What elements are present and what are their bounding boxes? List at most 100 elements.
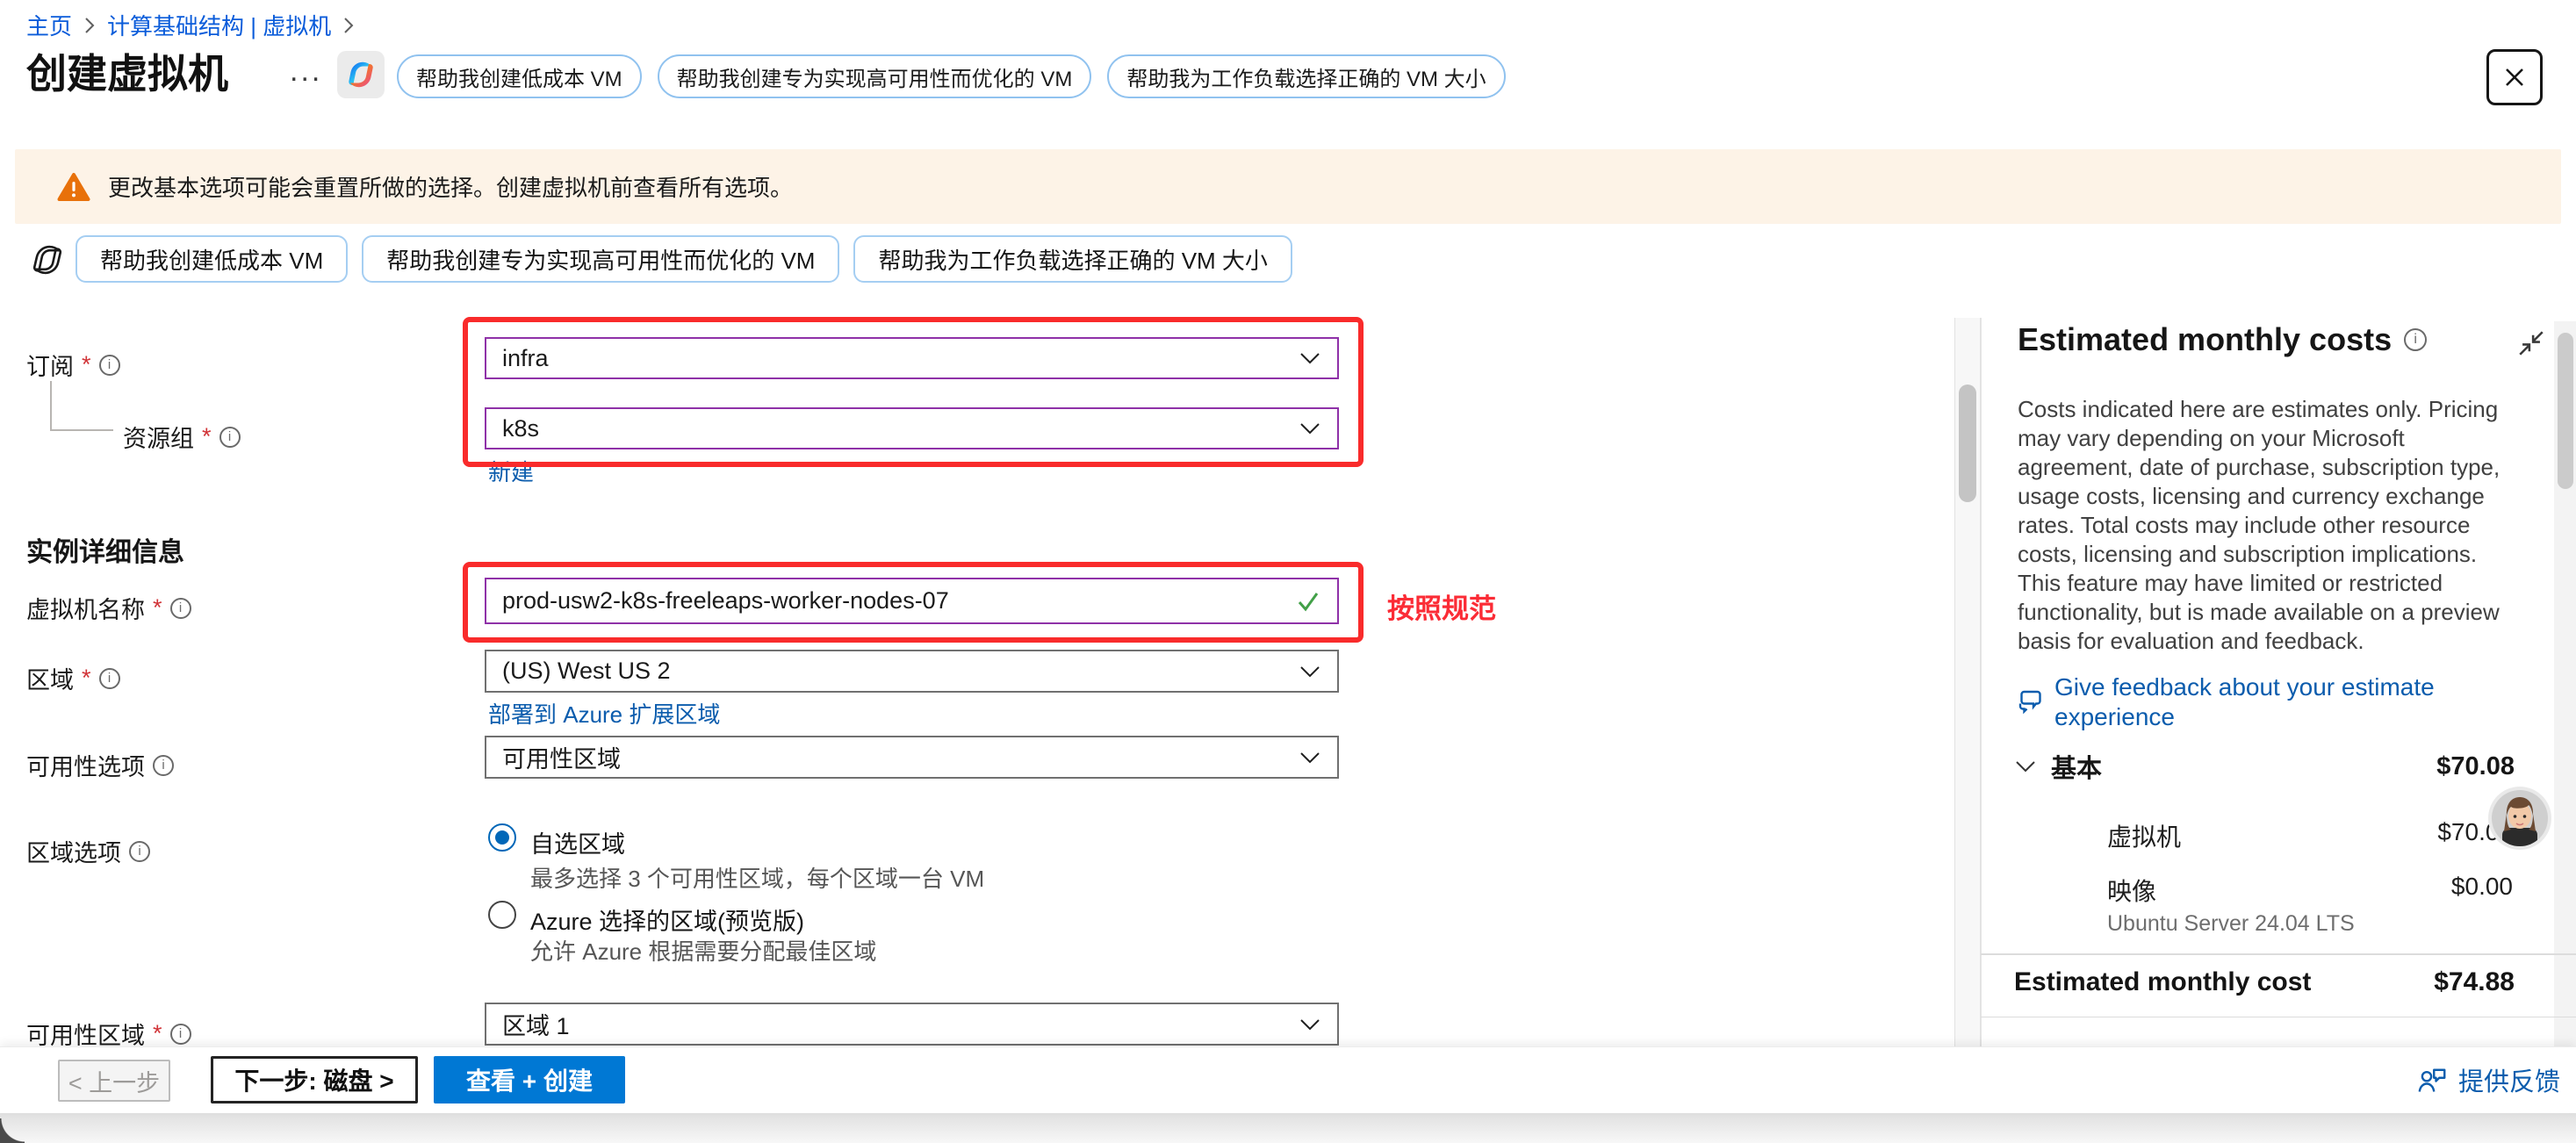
previous-step-button[interactable]: < 上一步 [58, 1060, 170, 1102]
cost-group-amount: $70.08 [2436, 752, 2515, 781]
availability-zone-dropdown[interactable]: 区域 1 [485, 1003, 1339, 1046]
info-icon[interactable]: i [219, 427, 241, 448]
subscription-label: 订阅 * i [26, 348, 120, 382]
self-select-zones-desc: 最多选择 3 个可用性区域，每个区域一台 VM [530, 861, 984, 894]
breadcrumb-section-link[interactable]: 计算基础结构 | 虚拟机 [107, 9, 331, 41]
suggest-high-availability-vm-button[interactable]: 帮助我创建专为实现高可用性而优化的 VM [658, 54, 1092, 98]
azure-selected-zones-desc: 允许 Azure 根据需要分配最佳区域 [530, 934, 876, 967]
cost-total-label: Estimated monthly cost [2014, 967, 2311, 997]
copilot-logo-icon[interactable] [337, 51, 385, 98]
close-icon [2501, 64, 2528, 90]
chevron-down-icon [1299, 350, 1321, 366]
warning-icon [57, 172, 90, 202]
give-feedback-label: 提供反馈 [2458, 1061, 2560, 1098]
availability-options-label: 可用性选项 i [26, 748, 174, 782]
chevron-right-icon [342, 16, 356, 35]
info-icon[interactable]: i [99, 355, 120, 376]
collapse-panel-icon[interactable] [2516, 328, 2546, 358]
suggest-right-vm-size-button[interactable]: 帮助我为工作负载选择正确的 VM 大小 [1107, 54, 1505, 98]
deploy-edge-zone-link[interactable]: 部署到 Azure 扩展区域 [488, 697, 720, 730]
breadcrumb: 主页 计算基础结构 | 虚拟机 [26, 9, 356, 41]
required-marker: * [82, 351, 91, 378]
more-actions-button[interactable]: ... [290, 54, 322, 89]
give-feedback-button[interactable]: 提供反馈 [2416, 1061, 2560, 1098]
cost-panel-divider [1981, 953, 2576, 955]
cost-item-label: 映像 [2107, 873, 2156, 908]
estimate-feedback-link[interactable]: Give feedback about your estimate experi… [2012, 672, 2469, 732]
main-scrollbar-thumb[interactable] [1959, 385, 1976, 502]
warning-banner: 更改基本选项可能会重置所做的选择。创建虚拟机前查看所有选项。 [15, 149, 2561, 224]
info-icon[interactable]: i [170, 598, 191, 619]
self-select-zones-title[interactable]: 自选区域 [530, 825, 625, 859]
header-copilot-suggestions: 帮助我创建低成本 VM 帮助我创建专为实现高可用性而优化的 VM 帮助我为工作负… [397, 54, 1506, 98]
tree-connector-horizontal [50, 429, 113, 431]
page-bottom-strip [0, 1113, 2576, 1143]
cost-item-row: 映像 $0.00 [2107, 873, 2513, 908]
availability-options-dropdown[interactable]: 可用性区域 [485, 736, 1339, 779]
cost-item-label: 虚拟机 [2107, 818, 2181, 853]
self-select-zones-radio[interactable] [488, 823, 516, 852]
cost-total-row: Estimated monthly cost $74.88 [2014, 967, 2515, 997]
warning-banner-text: 更改基本选项可能会重置所做的选择。创建虚拟机前查看所有选项。 [108, 170, 793, 203]
copilot-suggestion-row: 帮助我创建低成本 VM 帮助我创建专为实现高可用性而优化的 VM 帮助我为工作负… [76, 235, 1292, 283]
feedback-bubbles-icon [2012, 687, 2044, 732]
required-marker: * [153, 594, 162, 622]
next-step-disks-button[interactable]: 下一步: 磁盘 > [211, 1056, 418, 1103]
cost-panel-description: Costs indicated here are estimates only.… [2018, 395, 2500, 656]
cost-item-subtext: Ubuntu Server 24.04 LTS [2107, 911, 2355, 937]
region-dropdown[interactable]: (US) West US 2 [485, 650, 1339, 693]
chevron-down-icon [1299, 750, 1321, 766]
breadcrumb-home-link[interactable]: 主页 [26, 9, 72, 41]
cost-item-row: 虚拟机 $70.08 [2107, 818, 2513, 853]
estimate-feedback-link-text[interactable]: Give feedback about your estimate experi… [2054, 672, 2460, 732]
close-button[interactable] [2486, 49, 2543, 105]
tree-connector-vertical [50, 381, 52, 431]
azure-selected-zones-title[interactable]: Azure 选择的区域(预览版) [530, 902, 804, 937]
panel-divider [1981, 318, 1982, 1046]
chevron-down-icon [1299, 664, 1321, 679]
suggest-right-vm-size-button[interactable]: 帮助我为工作负载选择正确的 VM 大小 [853, 235, 1292, 283]
cost-panel-title: Estimated monthly costs [2018, 321, 2392, 358]
vm-name-label: 虚拟机名称 * i [26, 591, 191, 625]
resource-group-dropdown[interactable]: k8s [485, 407, 1339, 449]
assistant-avatar[interactable] [2487, 786, 2552, 851]
cost-panel-header: Estimated monthly costs i [2018, 321, 2427, 358]
copilot-outline-icon [28, 241, 67, 279]
required-marker: * [202, 423, 212, 450]
info-icon[interactable]: i [99, 668, 120, 689]
required-marker: * [153, 1020, 162, 1047]
person-feedback-icon [2416, 1065, 2448, 1095]
create-vm-page: 主页 计算基础结构 | 虚拟机 创建虚拟机 ... 帮助我创建低成本 VM [0, 0, 2576, 1143]
info-icon[interactable]: i [170, 1024, 191, 1045]
cost-total-amount: $74.88 [2434, 967, 2515, 997]
info-icon[interactable]: i [2404, 328, 2427, 351]
info-icon[interactable]: i [153, 755, 174, 776]
vm-name-input[interactable]: prod-usw2-k8s-freeleaps-worker-nodes-07 [485, 578, 1339, 624]
suggest-low-cost-vm-button[interactable]: 帮助我创建低成本 VM [76, 235, 348, 283]
cost-item-amount: $0.00 [2451, 873, 2513, 908]
page-title: 创建虚拟机 [26, 42, 228, 100]
suggest-high-availability-vm-button[interactable]: 帮助我创建专为实现高可用性而优化的 VM [362, 235, 839, 283]
chevron-down-icon [1299, 421, 1321, 436]
required-marker: * [82, 665, 91, 692]
chevron-down-icon [1299, 1017, 1321, 1032]
suggest-low-cost-vm-button[interactable]: 帮助我创建低成本 VM [397, 54, 642, 98]
checkmark-icon [1295, 588, 1321, 615]
chevron-right-icon [83, 16, 97, 35]
vm-name-annotation-note: 按照规范 [1387, 586, 1496, 626]
cost-group-row[interactable]: 基本 $70.08 [2014, 748, 2515, 785]
cost-group-label: 基本 [2051, 748, 2102, 785]
cost-panel-scrollbar-thumb[interactable] [2558, 333, 2573, 489]
review-create-button[interactable]: 查看 + 创建 [434, 1056, 625, 1103]
info-icon[interactable]: i [129, 841, 150, 862]
region-label: 区域 * i [26, 661, 120, 695]
instance-details-section-title: 实例详细信息 [26, 530, 184, 569]
window-corner [0, 1118, 25, 1143]
subscription-dropdown[interactable]: infra [485, 337, 1339, 379]
footer-bar: < 上一步 下一步: 磁盘 > 查看 + 创建 提供反馈 [0, 1046, 2576, 1113]
azure-selected-zones-radio[interactable] [488, 901, 516, 929]
create-new-resource-group-link[interactable]: 新建 [488, 455, 534, 487]
chevron-down-icon [2014, 758, 2037, 774]
resource-group-label: 资源组 * i [123, 420, 241, 454]
zone-options-label: 区域选项 i [26, 834, 150, 868]
